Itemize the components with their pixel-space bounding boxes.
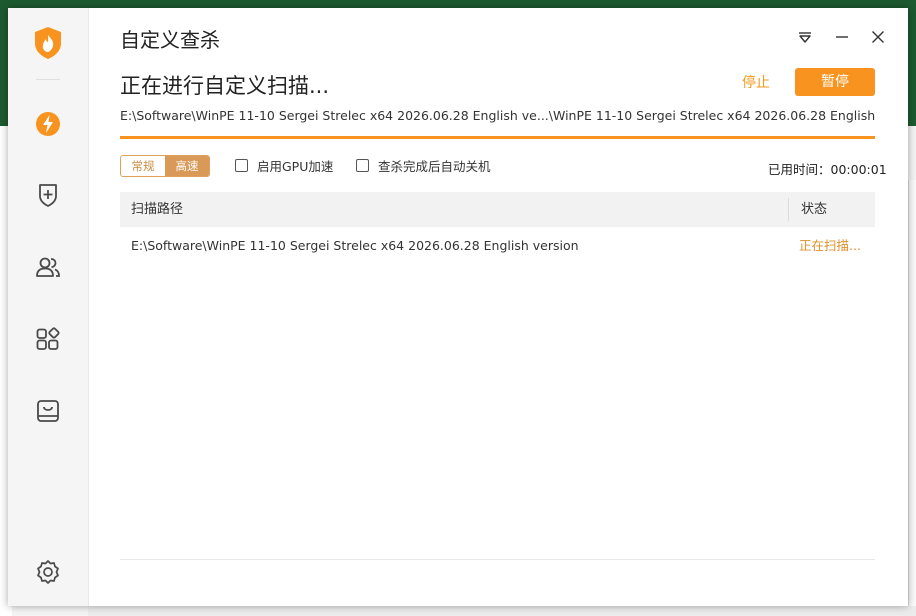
auto-shutdown-checkbox[interactable]: 查杀完成后自动关机 <box>356 156 491 175</box>
sidebar-item-protection[interactable] <box>32 179 64 211</box>
gpu-checkbox-label: 启用GPU加速 <box>257 159 334 174</box>
current-scan-path: E:\Software\WinPE 11-10 Sergei Strelec x… <box>120 108 876 123</box>
shutdown-checkbox-box[interactable] <box>356 159 369 172</box>
settings-icon <box>37 560 59 584</box>
column-header-path: 扫描路径 <box>131 202 184 217</box>
minimize-button[interactable] <box>831 26 853 48</box>
sidebar-separator <box>36 79 60 80</box>
elapsed-time: 已用时间：00:00:01 <box>768 159 887 178</box>
scan-mode-toggle: 常规 高速 <box>120 155 210 177</box>
elapsed-time-label: 已用时间： <box>768 162 831 177</box>
menu-button[interactable] <box>794 26 816 48</box>
close-button[interactable] <box>867 26 889 48</box>
background-window-right <box>908 180 916 616</box>
stop-button[interactable]: 停止 <box>736 71 776 95</box>
main-content: 自定义查杀 正在进行自定义扫描... 停止 暂停 E:\Software\Win… <box>88 8 908 606</box>
custom-scan-window: 自定义查杀 正在进行自定义扫描... 停止 暂停 E:\Software\Win… <box>8 8 908 606</box>
mode-normal-option[interactable]: 常规 <box>121 156 165 176</box>
scan-status-heading: 正在进行自定义扫描... <box>120 74 330 98</box>
shield-plus-icon <box>39 184 57 207</box>
sidebar-item-apps[interactable] <box>32 323 64 355</box>
minimize-icon <box>836 36 848 38</box>
row-path: E:\Software\WinPE 11-10 Sergei Strelec x… <box>131 238 579 253</box>
gpu-acceleration-checkbox[interactable]: 启用GPU加速 <box>235 156 333 175</box>
close-icon <box>872 31 884 43</box>
column-header-status: 状态 <box>801 202 828 217</box>
elapsed-time-value: 00:00:01 <box>830 162 887 177</box>
table-header: 扫描路径 状态 <box>120 192 875 227</box>
scan-path-table: 扫描路径 状态 E:\Software\WinPE 11-10 Sergei S… <box>120 192 875 265</box>
background-window-bottom <box>88 606 916 616</box>
mode-fast-option[interactable]: 高速 <box>165 156 209 176</box>
sidebar-item-speedup[interactable] <box>32 108 64 140</box>
table-row[interactable]: E:\Software\WinPE 11-10 Sergei Strelec x… <box>120 227 875 265</box>
shutdown-checkbox-label: 查杀完成后自动关机 <box>378 159 491 174</box>
pause-button[interactable]: 暂停 <box>795 68 875 96</box>
lightning-icon <box>36 112 60 136</box>
gpu-checkbox-box[interactable] <box>235 159 248 172</box>
scan-progress-bar <box>120 136 875 139</box>
app-logo-icon <box>35 27 61 59</box>
sidebar-item-toolbox[interactable] <box>32 395 64 427</box>
sidebar-item-settings[interactable] <box>32 556 64 588</box>
bottom-divider <box>120 559 875 560</box>
apps-icon <box>36 327 60 350</box>
toolbox-icon <box>37 400 59 422</box>
window-title: 自定义查杀 <box>120 28 220 52</box>
column-divider <box>788 198 789 221</box>
users-icon <box>36 257 60 277</box>
sidebar-item-accounts[interactable] <box>32 251 64 283</box>
row-status: 正在扫描... <box>799 238 861 253</box>
sidebar <box>8 8 89 606</box>
dropdown-menu-icon <box>799 32 811 43</box>
